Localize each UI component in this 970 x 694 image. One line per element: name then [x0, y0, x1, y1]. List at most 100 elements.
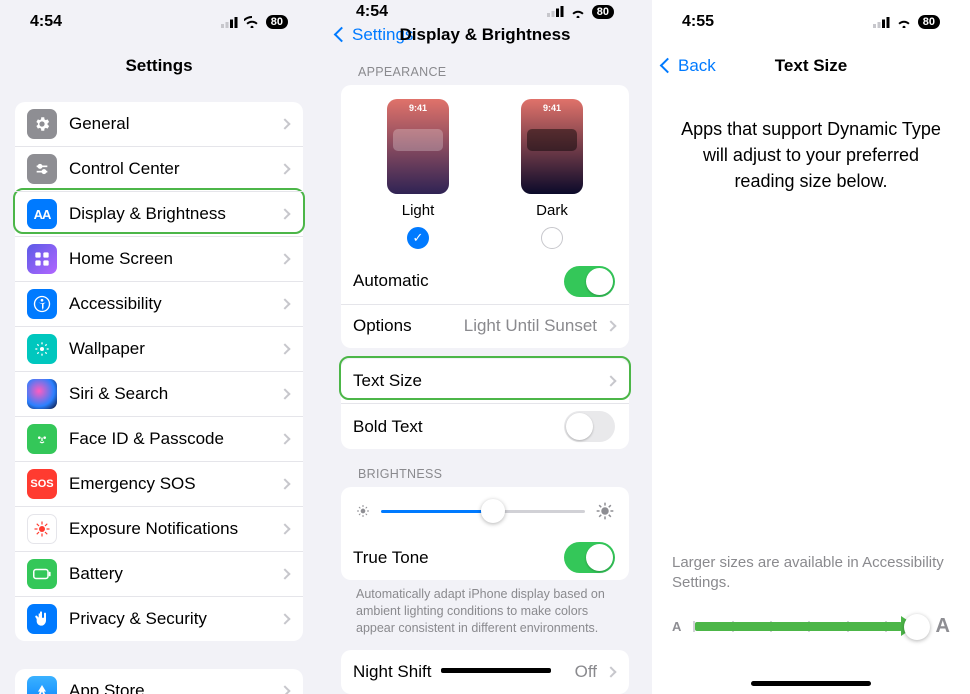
row-label: Privacy & Security — [69, 609, 277, 629]
row-bold-text[interactable]: Bold Text — [341, 403, 629, 449]
chevron-right-icon — [279, 208, 290, 219]
row-label: Battery — [69, 564, 277, 584]
appearance-group: 9:41 Light ✓ 9:41 Dark Automatic Options… — [341, 85, 629, 348]
text-size-slider-area: A A — [652, 599, 970, 660]
row-label: Exposure Notifications — [69, 519, 277, 539]
siri-icon — [27, 379, 57, 409]
chevron-right-icon — [279, 613, 290, 624]
row-label: Siri & Search — [69, 384, 277, 404]
row-label: Wallpaper — [69, 339, 277, 359]
letter-a-large-icon: A — [936, 615, 950, 638]
text-size-description: Apps that support Dynamic Type will adju… — [652, 88, 970, 194]
night-shift-group: Night Shift Off — [341, 650, 629, 694]
nav-bar: Settings Display & Brightness — [326, 23, 644, 46]
row-wallpaper[interactable]: Wallpaper — [15, 326, 303, 371]
row-siri[interactable]: Siri & Search — [15, 371, 303, 416]
row-control-center[interactable]: Control Center — [15, 146, 303, 191]
true-tone-note: Automatically adapt iPhone display based… — [326, 580, 644, 647]
row-value: Light Until Sunset — [464, 316, 597, 336]
status-bar: 4:54 80 — [326, 0, 644, 23]
row-general[interactable]: General — [15, 102, 303, 146]
preview-time: 9:41 — [521, 103, 583, 113]
appearance-light-option[interactable]: 9:41 Light ✓ — [387, 99, 449, 249]
battery-indicator: 80 — [918, 15, 940, 29]
aa-icon: AA — [27, 199, 57, 229]
letter-a-small-icon: A — [672, 619, 681, 634]
row-label: Display & Brightness — [69, 204, 277, 224]
chevron-right-icon — [279, 163, 290, 174]
row-label: Face ID & Passcode — [69, 429, 277, 449]
row-battery[interactable]: Battery — [15, 551, 303, 596]
slider-thumb[interactable] — [481, 499, 505, 523]
annotation-arrow — [695, 622, 901, 631]
row-automatic[interactable]: Automatic — [341, 259, 629, 304]
chevron-right-icon — [605, 320, 616, 331]
light-radio[interactable]: ✓ — [407, 227, 429, 249]
nav-title: Text Size — [652, 56, 970, 76]
sliders-icon — [27, 154, 57, 184]
sos-icon: SOS — [27, 469, 57, 499]
truetone-toggle[interactable] — [564, 542, 615, 573]
chevron-right-icon — [279, 388, 290, 399]
grid-icon — [27, 244, 57, 274]
brightness-slider[interactable] — [381, 510, 585, 513]
row-label: Text Size — [353, 371, 603, 391]
row-accessibility[interactable]: Accessibility — [15, 281, 303, 326]
text-group: Text Size Bold Text — [341, 359, 629, 449]
chevron-right-icon — [279, 298, 290, 309]
home-indicator[interactable] — [751, 681, 871, 686]
gear-icon — [27, 109, 57, 139]
accessibility-icon — [27, 289, 57, 319]
row-sos[interactable]: SOS Emergency SOS — [15, 461, 303, 506]
status-right: 80 — [547, 5, 614, 19]
bold-toggle[interactable] — [564, 411, 615, 442]
appearance-dark-option[interactable]: 9:41 Dark — [521, 99, 583, 249]
row-label: Bold Text — [353, 417, 564, 437]
chevron-right-icon — [279, 523, 290, 534]
nav-bar: Settings — [0, 44, 318, 88]
chevron-right-icon — [279, 343, 290, 354]
row-label: App Store — [69, 681, 277, 694]
row-value: Off — [575, 662, 597, 682]
section-header-appearance: APPEARANCE — [326, 47, 644, 85]
row-label: Options — [353, 316, 464, 336]
wifi-icon — [896, 16, 912, 28]
row-label: Accessibility — [69, 294, 277, 314]
wifi-icon — [570, 6, 586, 18]
row-home-screen[interactable]: Home Screen — [15, 236, 303, 281]
row-text-size[interactable]: Text Size — [341, 359, 629, 403]
text-size-footnote: Larger sizes are available in Accessibil… — [652, 553, 970, 600]
light-label: Light — [402, 202, 435, 219]
slider-thumb[interactable] — [904, 614, 930, 640]
text-size-slider[interactable] — [693, 625, 923, 628]
dark-radio[interactable] — [541, 227, 563, 249]
chevron-right-icon — [605, 666, 616, 677]
battery-indicator: 80 — [266, 15, 288, 29]
status-bar: 4:55 80 — [652, 0, 970, 44]
status-time: 4:54 — [30, 13, 62, 31]
sun-large-icon — [595, 501, 615, 521]
dark-preview: 9:41 — [521, 99, 583, 194]
section-header-brightness: BRIGHTNESS — [326, 449, 644, 487]
chevron-right-icon — [279, 253, 290, 264]
row-label: Automatic — [353, 271, 564, 291]
appstore-icon — [27, 676, 57, 694]
hand-icon — [27, 604, 57, 634]
cellular-icon — [547, 6, 564, 17]
row-true-tone[interactable]: True Tone — [341, 535, 629, 580]
row-faceid[interactable]: Face ID & Passcode — [15, 416, 303, 461]
status-right: 80 — [221, 15, 288, 29]
row-appstore[interactable]: App Store — [15, 669, 303, 694]
row-options[interactable]: Options Light Until Sunset — [341, 304, 629, 348]
automatic-toggle[interactable] — [564, 266, 615, 297]
settings-group-store: App Store Wallet & Apple Pay — [15, 669, 303, 694]
brightness-group: True Tone — [341, 487, 629, 580]
row-display-brightness[interactable]: AA Display & Brightness — [15, 191, 303, 236]
exposure-icon — [27, 514, 57, 544]
settings-screen: 4:54 80 Settings General — [0, 0, 318, 694]
row-exposure[interactable]: Exposure Notifications — [15, 506, 303, 551]
row-privacy[interactable]: Privacy & Security — [15, 596, 303, 641]
brightness-slider-row — [341, 487, 629, 535]
text-size-screen: 4:55 80 Back Text Size Apps that support… — [652, 0, 970, 694]
row-label: Home Screen — [69, 249, 277, 269]
